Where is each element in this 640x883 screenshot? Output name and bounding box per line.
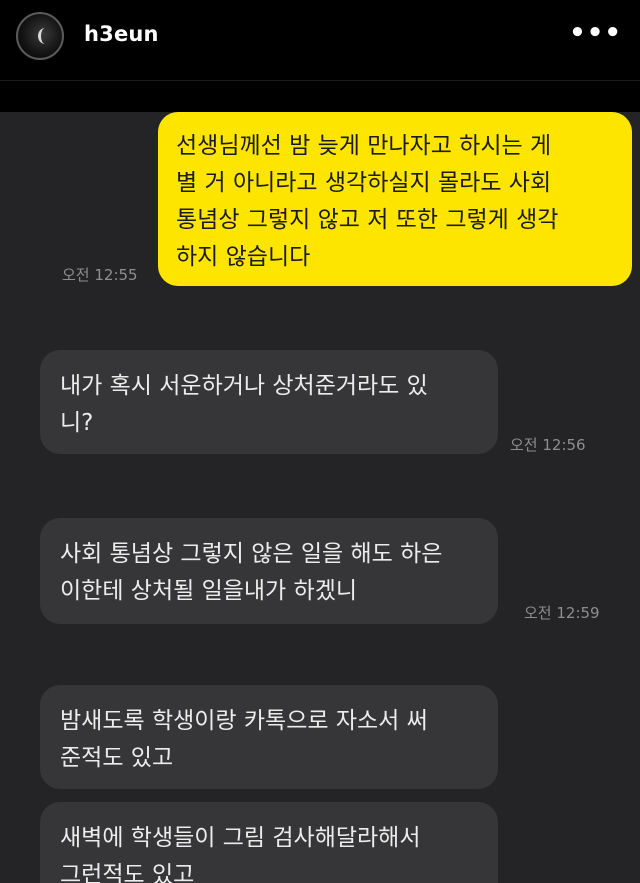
username[interactable]: h3eun: [84, 22, 159, 46]
message-timestamp: 오전 12:55: [62, 266, 138, 284]
profile-header: h3eun •••: [0, 0, 640, 81]
message-bubble-incoming: 새벽에 학생들이 그림 검사해달라해서 그런적도 있고: [40, 802, 498, 883]
message-bubble-outgoing: 선생님께선 밤 늦게 만나자고 하시는 게 별 거 아니라고 생각하실지 몰라도…: [158, 112, 632, 286]
message-timestamp: 오전 12:56: [510, 436, 586, 454]
chat-screenshot: 선생님께선 밤 늦게 만나자고 하시는 게 별 거 아니라고 생각하실지 몰라도…: [0, 112, 640, 883]
more-options-icon[interactable]: •••: [569, 20, 622, 46]
message-bubble-incoming: 사회 통념상 그렇지 않은 일을 해도 하은 이한테 상처될 일을내가 하겠니: [40, 518, 498, 624]
message-timestamp: 오전 12:59: [524, 604, 600, 622]
avatar[interactable]: [16, 12, 64, 60]
message-bubble-incoming: 밤새도록 학생이랑 카톡으로 자소서 써 준적도 있고: [40, 685, 498, 789]
message-bubble-incoming: 내가 혹시 서운하거나 상처준거라도 있 니?: [40, 350, 498, 454]
